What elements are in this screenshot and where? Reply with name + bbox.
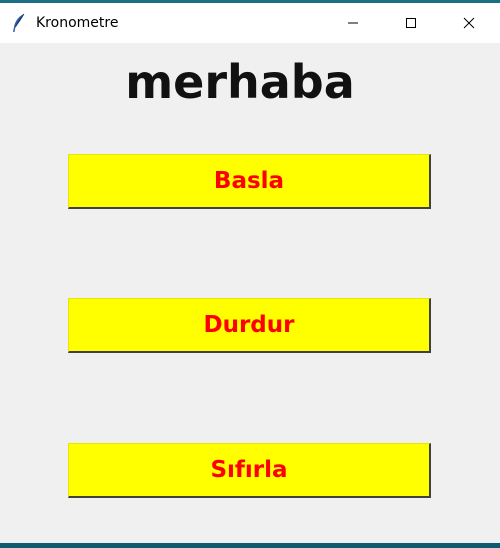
desktop-background-edge [0, 543, 500, 548]
minimize-icon [347, 17, 359, 29]
feather-icon [11, 13, 27, 33]
window-title: Kronometre [36, 15, 119, 31]
close-icon [463, 17, 475, 29]
title-bar[interactable]: Kronometre [0, 3, 500, 43]
page-title: merhaba [125, 55, 355, 109]
reset-button[interactable]: Sıfırla [68, 443, 431, 498]
maximize-button[interactable] [388, 3, 434, 43]
app-window: Kronometre merhaba Basla Durdur Sıfırla [0, 3, 500, 543]
close-button[interactable] [446, 3, 492, 43]
minimize-button[interactable] [330, 3, 376, 43]
start-button[interactable]: Basla [68, 154, 431, 209]
maximize-icon [405, 17, 417, 29]
stop-button[interactable]: Durdur [68, 298, 431, 353]
